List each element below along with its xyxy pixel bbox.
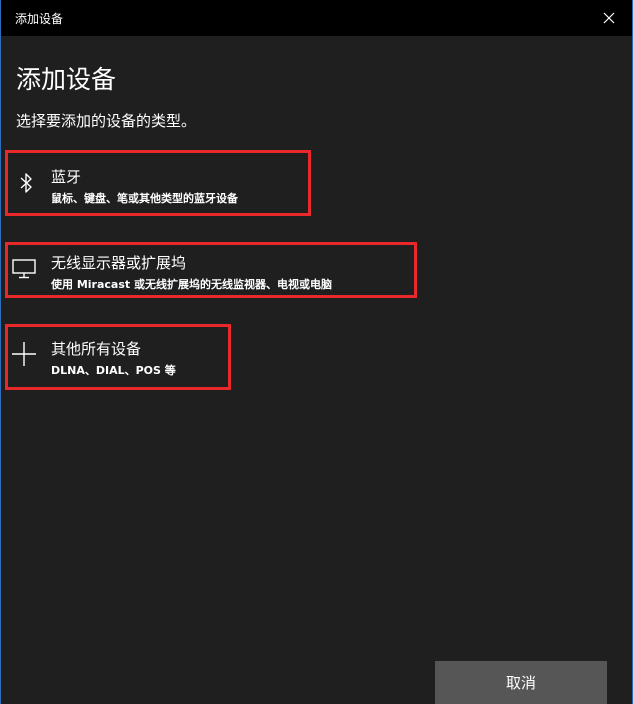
page-title: 添加设备 xyxy=(16,65,117,94)
close-button[interactable] xyxy=(586,0,632,36)
close-icon xyxy=(603,12,615,24)
window-title: 添加设备 xyxy=(15,12,64,26)
option-wireless-display-title: 无线显示器或扩展坞 xyxy=(51,254,187,272)
title-bar: 添加设备 xyxy=(1,0,632,36)
bluetooth-icon xyxy=(17,172,35,194)
option-everything-else[interactable]: 其他所有设备 DLNA、DIAL、POS 等 xyxy=(5,324,231,390)
option-everything-else-desc: DLNA、DIAL、POS 等 xyxy=(51,364,176,377)
add-device-dialog: 添加设备 添加设备 选择要添加的设备的类型。 蓝牙 鼠标、键盘、笔或其他类型的蓝… xyxy=(0,0,633,704)
option-everything-else-title: 其他所有设备 xyxy=(51,340,142,358)
option-bluetooth-desc: 鼠标、键盘、笔或其他类型的蓝牙设备 xyxy=(51,192,238,205)
page-subtitle: 选择要添加的设备的类型。 xyxy=(16,112,197,130)
option-bluetooth[interactable]: 蓝牙 鼠标、键盘、笔或其他类型的蓝牙设备 xyxy=(5,150,311,216)
monitor-icon xyxy=(11,258,37,280)
cancel-button[interactable]: 取消 xyxy=(435,661,607,704)
option-wireless-display[interactable]: 无线显示器或扩展坞 使用 Miracast 或无线扩展坞的无线监视器、电视或电脑 xyxy=(5,242,417,298)
plus-icon xyxy=(10,340,38,368)
option-bluetooth-title: 蓝牙 xyxy=(51,168,82,186)
option-wireless-display-desc: 使用 Miracast 或无线扩展坞的无线监视器、电视或电脑 xyxy=(51,278,332,291)
